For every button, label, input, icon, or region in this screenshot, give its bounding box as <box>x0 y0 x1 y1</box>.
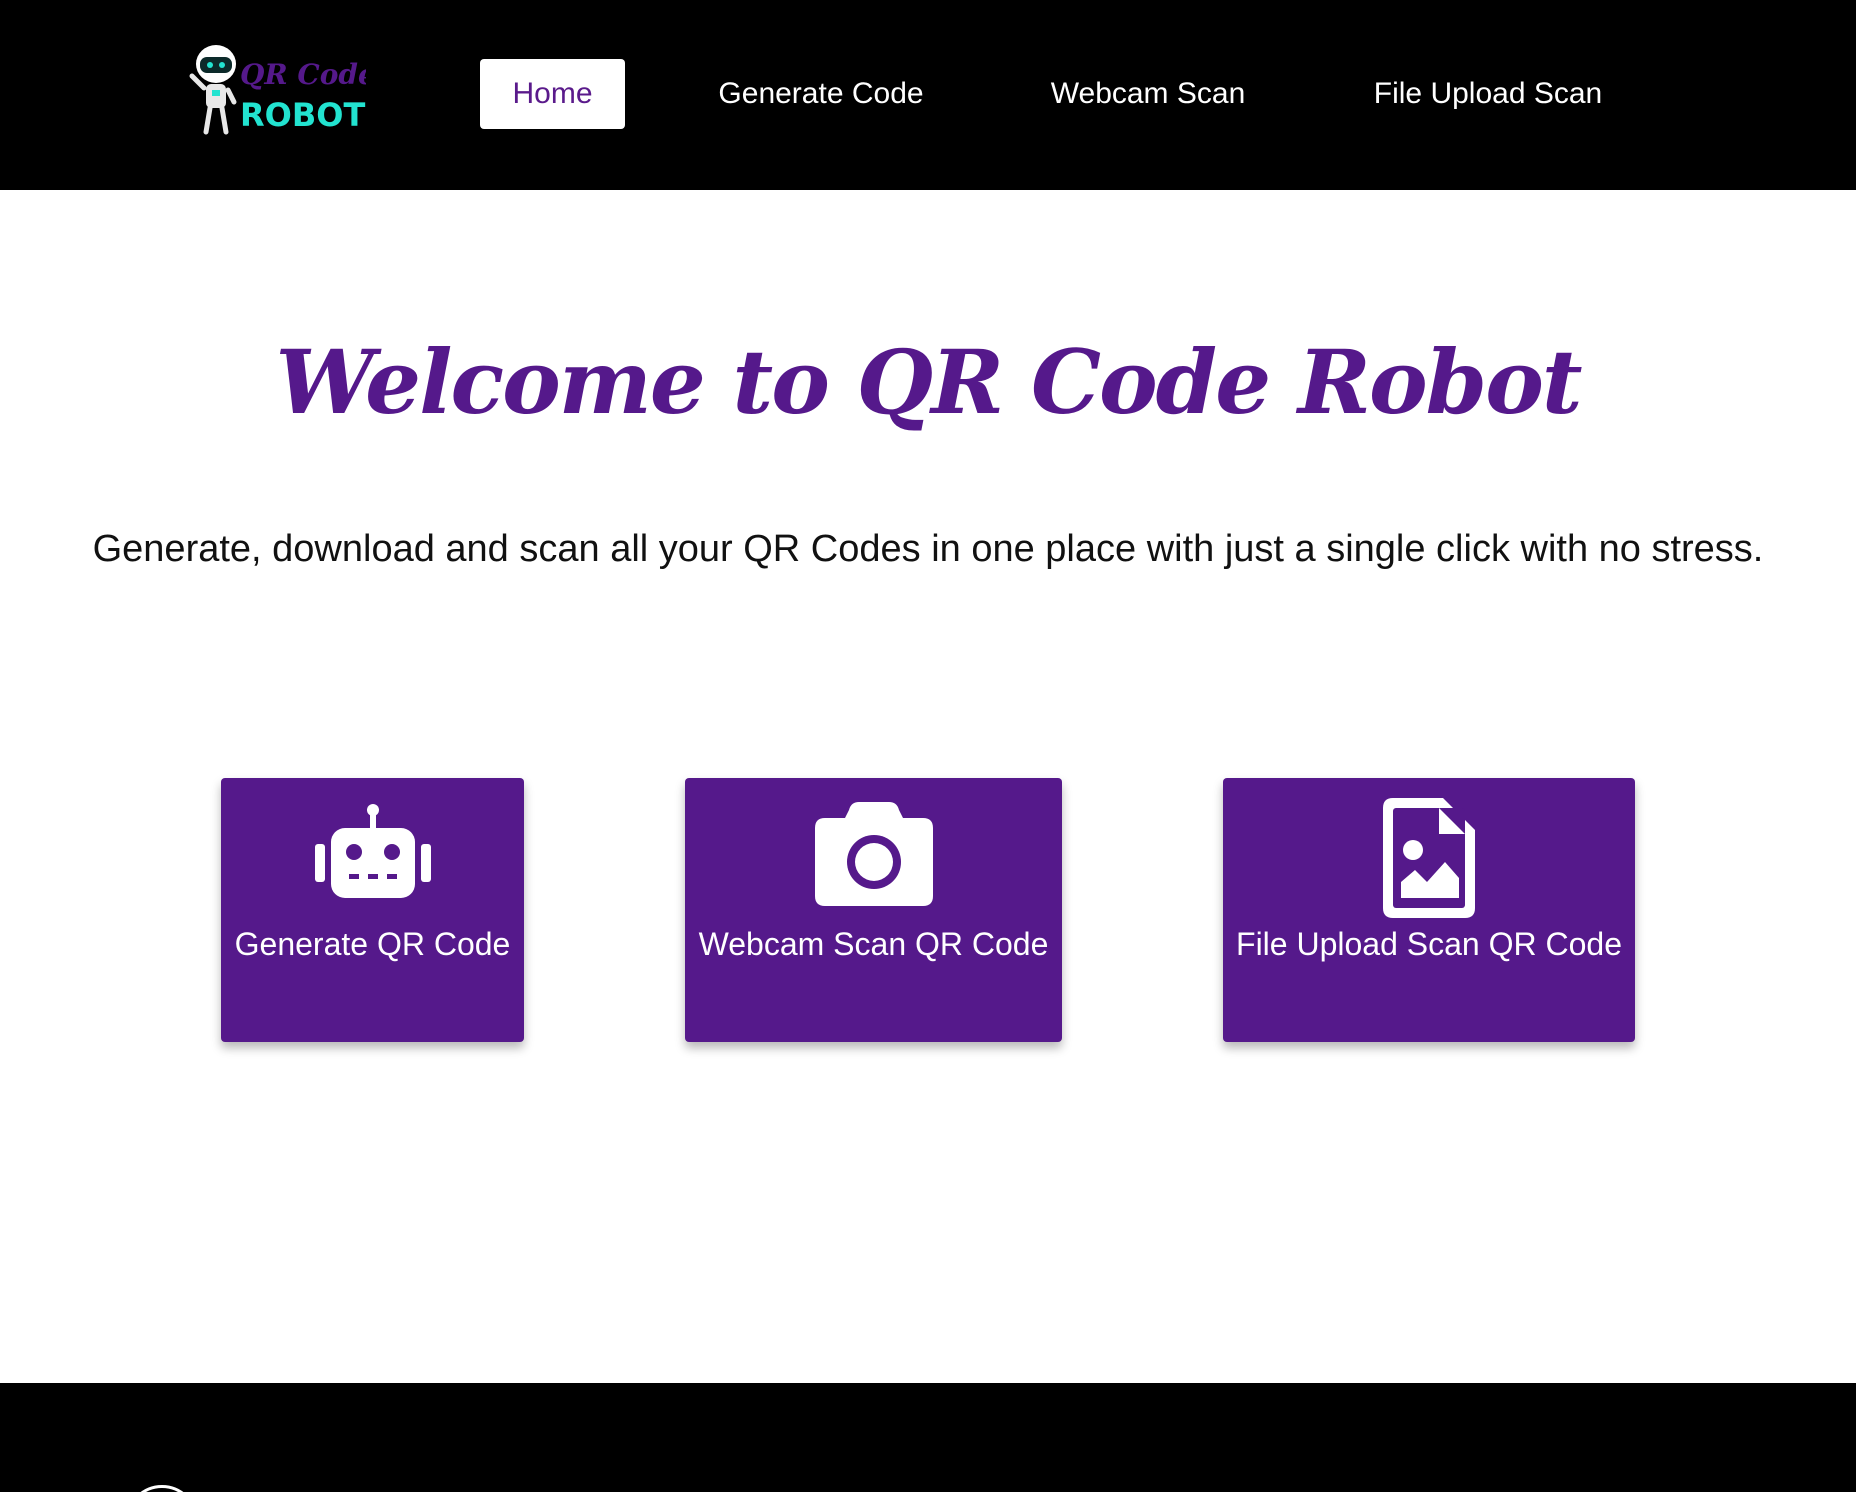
site-logo[interactable]: QR Code ROBOT <box>186 40 366 146</box>
top-navbar: QR Code ROBOT Home Generate Code Webcam … <box>0 0 1856 190</box>
logo-line1: QR Code <box>240 58 366 91</box>
robot-logo-icon: QR Code ROBOT <box>189 45 366 135</box>
generate-qr-label: Generate QR Code <box>234 926 511 962</box>
page: QR Code ROBOT Home Generate Code Webcam … <box>0 0 1856 1492</box>
camera-icon <box>813 800 935 913</box>
generate-qr-card[interactable]: Generate QR Code <box>221 778 524 1042</box>
webcam-scan-label: Webcam Scan QR Code <box>698 926 1049 962</box>
footer <box>0 1383 1856 1492</box>
nav-webcam-scan[interactable]: Webcam Scan <box>1030 59 1266 129</box>
file-upload-scan-label: File Upload Scan QR Code <box>1236 926 1622 962</box>
nav-home[interactable]: Home <box>480 59 625 129</box>
nav-generate-code[interactable]: Generate Code <box>700 59 942 129</box>
robot-icon <box>313 800 433 905</box>
file-image-icon <box>1383 798 1475 923</box>
page-subtitle: Generate, download and scan all your QR … <box>92 528 1764 570</box>
nav-file-upload-scan[interactable]: File Upload Scan <box>1360 59 1616 129</box>
file-upload-scan-card[interactable]: File Upload Scan QR Code <box>1223 778 1635 1042</box>
webcam-scan-card[interactable]: Webcam Scan QR Code <box>685 778 1062 1042</box>
footer-logo-icon <box>126 1485 198 1492</box>
page-title: Welcome to QR Code Robot <box>275 330 1582 434</box>
logo-line2: ROBOT <box>240 96 365 134</box>
